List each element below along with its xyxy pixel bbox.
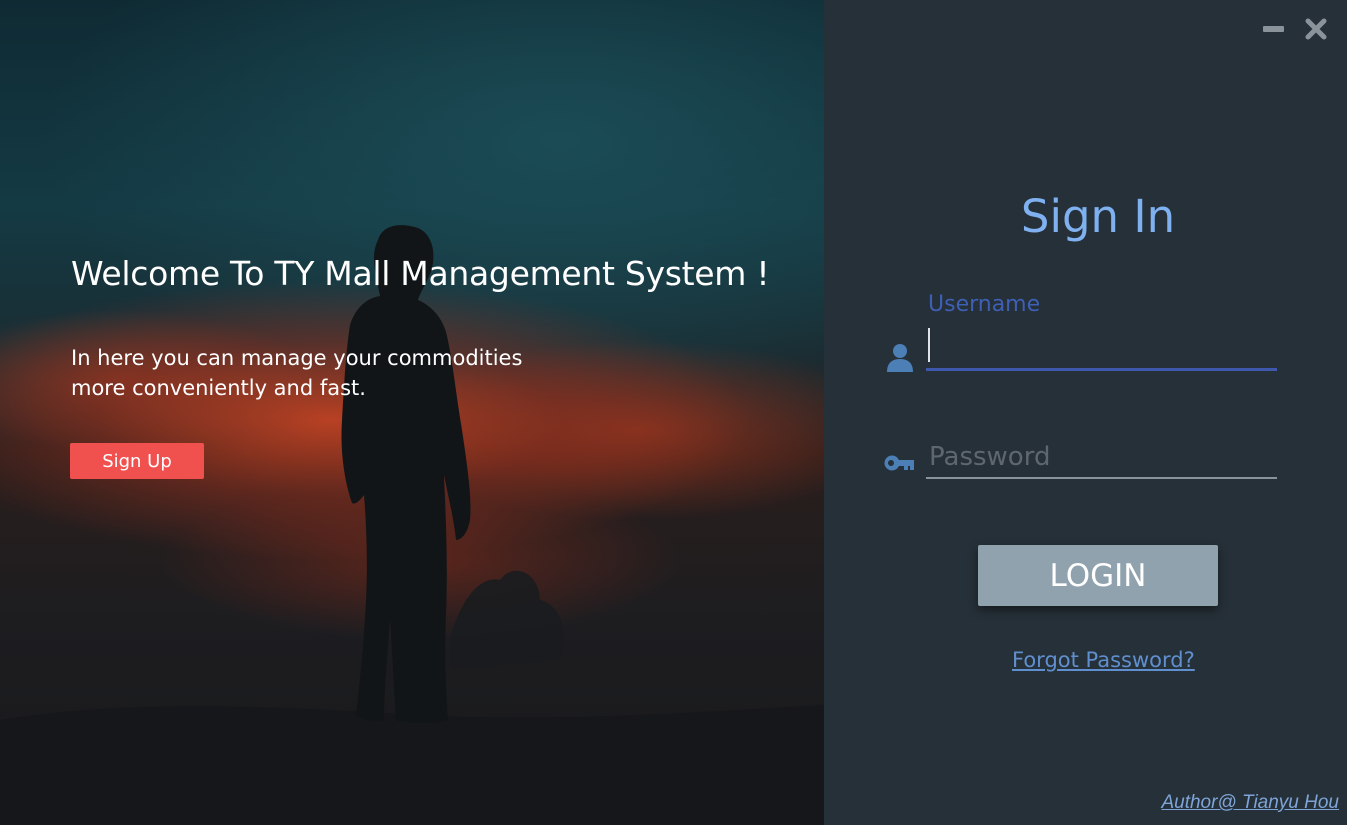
silhouette-image: [0, 225, 824, 825]
minimize-icon[interactable]: [1262, 17, 1286, 41]
forgot-password-link[interactable]: Forgot Password?: [1012, 648, 1195, 672]
welcome-description: In here you can manage your commodities …: [71, 343, 591, 403]
author-credit: Author@ Tianyu Hou: [1161, 792, 1339, 813]
key-icon: [883, 447, 915, 479]
description-line-2: more conveniently and fast.: [71, 376, 366, 400]
text-caret: [928, 328, 930, 362]
description-line-1: In here you can manage your commodities: [71, 346, 523, 370]
login-button[interactable]: LOGIN: [978, 545, 1218, 606]
close-icon[interactable]: [1304, 17, 1328, 41]
signin-title: Sign In: [1020, 190, 1176, 243]
username-label: Username: [928, 292, 1041, 317]
welcome-title: Welcome To TY Mall Management System !: [71, 254, 770, 293]
signup-button[interactable]: Sign Up: [70, 443, 204, 479]
hero-panel: Welcome To TY Mall Management System ! I…: [0, 0, 824, 825]
username-input[interactable]: [926, 328, 1277, 371]
password-input[interactable]: [926, 437, 1277, 479]
user-icon: [884, 341, 916, 373]
login-panel: Sign In Username LOGIN Forgot Password? …: [824, 0, 1347, 825]
